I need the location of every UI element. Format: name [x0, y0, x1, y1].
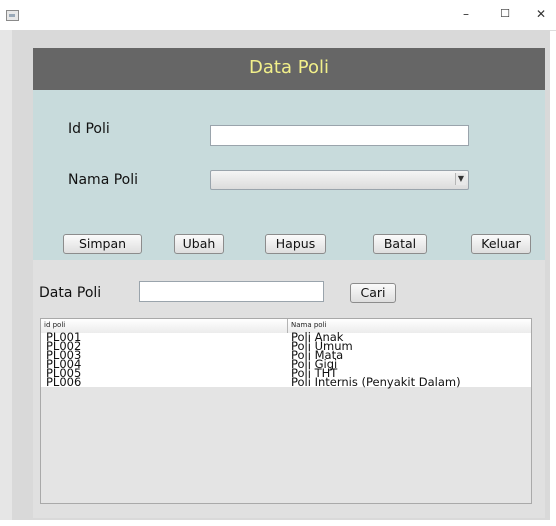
- table-body: PL001 Poli Anak PL002 Poli Umum PL003 Po…: [41, 331, 531, 389]
- search-input[interactable]: [139, 281, 324, 302]
- nama-poli-select[interactable]: ▼: [210, 170, 469, 190]
- simpan-button[interactable]: Simpan: [63, 234, 142, 254]
- header-bar: Data Poli: [33, 48, 545, 90]
- app-window: – ☐ ✕ Data Poli Id Poli Nama Poli ▼ Simp…: [0, 0, 556, 520]
- cell-nama-poli: Poli Internis (Penyakit Dalam): [291, 375, 461, 389]
- page-title: Data Poli: [249, 57, 329, 78]
- hapus-button[interactable]: Hapus: [265, 234, 326, 254]
- table-header: id poli Nama poli: [41, 319, 531, 334]
- table-row[interactable]: PL004 Poli Gigi: [41, 358, 531, 371]
- close-button[interactable]: ✕: [531, 6, 551, 22]
- id-poli-label: Id Poli: [68, 121, 110, 137]
- table-row[interactable]: PL006 Poli Internis (Penyakit Dalam): [41, 375, 531, 389]
- batal-button[interactable]: Batal: [373, 234, 427, 254]
- table-row[interactable]: PL003 Poli Mata: [41, 349, 531, 362]
- window-left-edge: [0, 30, 12, 520]
- poli-table: id poli Nama poli PL001 Poli Anak PL002 …: [40, 318, 532, 504]
- id-poli-input[interactable]: [210, 125, 469, 146]
- data-poli-label: Data Poli: [39, 285, 102, 301]
- chevron-down-icon[interactable]: ▼: [455, 173, 466, 185]
- table-row[interactable]: PL002 Poli Umum: [41, 340, 531, 353]
- cari-button[interactable]: Cari: [350, 283, 396, 303]
- ubah-button[interactable]: Ubah: [174, 234, 224, 254]
- keluar-button[interactable]: Keluar: [471, 234, 531, 254]
- java-app-icon: [6, 10, 19, 21]
- maximize-button[interactable]: ☐: [495, 6, 515, 22]
- table-row[interactable]: PL001 Poli Anak: [41, 331, 531, 344]
- minimize-button[interactable]: –: [456, 6, 476, 22]
- nama-poli-label: Nama Poli: [68, 172, 139, 188]
- cell-id-poli: PL006: [46, 375, 82, 389]
- title-bar: – ☐ ✕: [0, 0, 556, 31]
